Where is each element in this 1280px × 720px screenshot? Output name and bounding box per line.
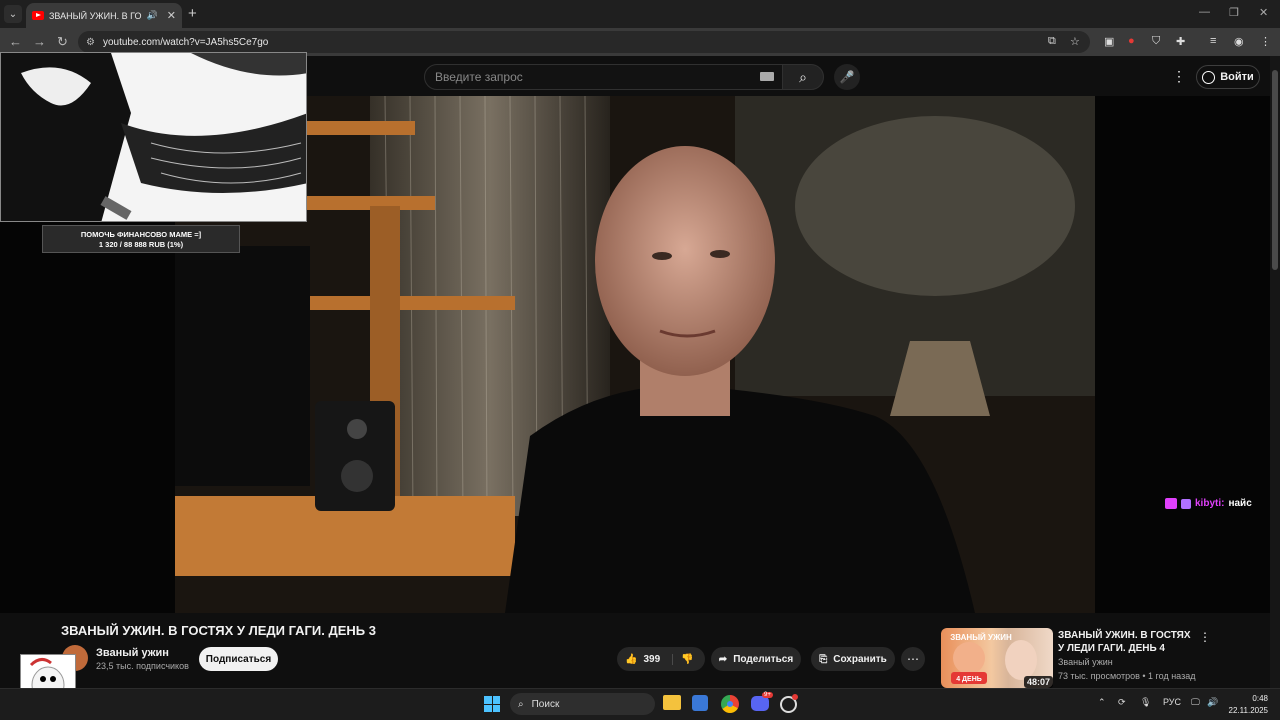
subscribe-button[interactable]: Подписаться: [199, 647, 278, 671]
site-info-icon[interactable]: ⚙: [86, 37, 95, 48]
install-app-icon[interactable]: ⧉: [1048, 35, 1056, 48]
heart-badge-icon: [1165, 498, 1177, 509]
video-frame[interactable]: [175, 96, 1095, 613]
search-input[interactable]: Введите запрос: [424, 64, 784, 90]
search-icon: ⌕: [799, 68, 807, 85]
extension-red-icon[interactable]: ●: [1128, 35, 1135, 47]
bookmark-icon: ⎘: [819, 653, 828, 665]
recommendation-channel[interactable]: Званый ужин: [1058, 657, 1113, 667]
clock-date: 22.11.2025: [1228, 706, 1268, 715]
mic-icon: 🎤: [839, 70, 855, 84]
stream-chat-message: kibyti: найс: [1165, 498, 1252, 509]
reload-icon[interactable]: ↻: [57, 34, 68, 50]
share-icon: ➦: [718, 653, 728, 665]
signin-label: Войти: [1220, 71, 1254, 83]
taskbar-search[interactable]: ⌕ Поиск: [510, 693, 655, 715]
save-button[interactable]: ⎘ Сохранить: [811, 647, 895, 671]
share-label: Поделиться: [733, 653, 794, 665]
volume-icon[interactable]: 🔊: [1207, 697, 1218, 708]
bookmark-star-icon[interactable]: ☆: [1070, 35, 1080, 48]
recommendation-title[interactable]: ЗВАНЫЙ УЖИН. В ГОСТЯХ У ЛЕДИ ГАГИ. ДЕНЬ …: [1058, 629, 1198, 655]
tab-title: ЗВАНЫЙ УЖИН. В ГОСТЯХ: [49, 10, 142, 21]
share-button[interactable]: ➦ Поделиться: [711, 647, 801, 671]
donation-goal-widget: ПОМОЧЬ ФИНАНСОВО МАМЕ =] 1 320 / 88 888 …: [42, 225, 240, 253]
extension-icon[interactable]: ▣: [1104, 35, 1114, 48]
search-icon: ⌕: [518, 698, 524, 710]
discord-badge: 9+: [762, 692, 773, 698]
system-clock[interactable]: 0:48 22.11.2025: [1228, 693, 1268, 717]
signin-button[interactable]: Войти: [1196, 65, 1260, 89]
more-actions-button[interactable]: ⋯: [901, 647, 925, 671]
stream-overlay-image: [0, 52, 307, 222]
thumb-logo-text: ЗВАНЫЙ УЖИН: [950, 633, 1012, 642]
network-icon[interactable]: 🖵: [1191, 697, 1200, 708]
thumbs-down-icon: 👎: [681, 653, 694, 665]
browser-menu-icon[interactable]: ⋮: [1260, 35, 1271, 48]
discord-icon[interactable]: [751, 696, 769, 711]
video-title: ЗВАНЫЙ УЖИН. В ГОСТЯХ У ЛЕДИ ГАГИ. ДЕНЬ …: [61, 623, 376, 638]
thumb-badge-text: 4 ДЕНЬ: [956, 676, 982, 683]
recommendation-duration: 48:07: [1024, 676, 1054, 688]
forward-icon[interactable]: →: [33, 34, 46, 49]
channel-name[interactable]: Званый ужин: [96, 647, 169, 659]
like-button[interactable]: 👍 399: [617, 653, 673, 665]
url-text: youtube.com/watch?v=JA5hs5Ce7go: [102, 36, 269, 48]
chat-username: kibyti:: [1195, 498, 1225, 509]
voice-search-button[interactable]: 🎤: [834, 64, 860, 90]
subscriber-count: 23,5 тыс. подписчиков: [96, 661, 189, 671]
account-icon: [1202, 70, 1216, 84]
search-placeholder: Введите запрос: [435, 70, 523, 84]
sync-icon[interactable]: ⟳: [1118, 697, 1126, 708]
start-button[interactable]: [484, 696, 500, 712]
taskbar-search-label: Поиск: [531, 698, 560, 710]
file-explorer-icon[interactable]: [663, 695, 681, 710]
address-bar[interactable]: ⚙ youtube.com/watch?v=JA5hs5Ce7go: [78, 31, 1090, 53]
chat-text: найс: [1228, 498, 1252, 509]
tray-overflow-icon[interactable]: ⌃: [1098, 697, 1106, 708]
settings-menu-icon[interactable]: ⋮: [1172, 68, 1186, 85]
scrollbar-thumb[interactable]: [1272, 70, 1278, 270]
donation-goal-progress-text: 1 320 / 88 888 RUB (1%): [98, 240, 184, 249]
clock-time: 0:48: [1252, 694, 1268, 703]
keyboard-icon[interactable]: [760, 72, 774, 81]
thumbs-up-icon: 👍: [625, 653, 638, 665]
like-count: 399: [643, 653, 661, 665]
gift-badge-icon: [1181, 498, 1191, 509]
like-dislike-group: 👍 399 👎: [617, 647, 705, 671]
youtube-favicon-icon: [32, 11, 44, 20]
back-icon[interactable]: ←: [9, 34, 22, 49]
donation-goal-title: ПОМОЧЬ ФИНАНСОВО МАМЕ =]: [80, 230, 202, 239]
microphone-tray-icon[interactable]: 🎙: [1140, 697, 1151, 708]
tab-search-button[interactable]: ⌄: [4, 5, 22, 23]
close-window-icon[interactable]: ✕: [1259, 6, 1268, 19]
save-label: Сохранить: [833, 653, 887, 665]
app-notification-dot: [792, 694, 798, 700]
browser-tab-active[interactable]: ЗВАНЫЙ УЖИН. В ГОСТЯХ 🔊 ✕: [26, 3, 182, 28]
shield-icon[interactable]: ⛉: [1152, 35, 1160, 48]
restore-icon[interactable]: ❐: [1229, 6, 1239, 19]
minimize-icon[interactable]: —: [1199, 6, 1210, 18]
recommendation-meta: 73 тыс. просмотров • 1 год назад: [1058, 671, 1196, 681]
store-icon[interactable]: [692, 695, 708, 711]
media-controls-icon[interactable]: ≡: [1210, 35, 1216, 47]
profile-icon[interactable]: ◉: [1234, 35, 1244, 48]
language-indicator[interactable]: РУС: [1163, 697, 1181, 707]
chrome-center-icon: [727, 701, 733, 707]
new-tab-button[interactable]: +: [188, 5, 197, 22]
dislike-button[interactable]: 👎: [673, 654, 693, 665]
speaker-icon[interactable]: 🔊: [147, 10, 158, 21]
close-tab-icon[interactable]: ✕: [167, 9, 176, 22]
puzzle-icon[interactable]: ✚: [1176, 35, 1185, 48]
recommendation-menu-icon[interactable]: ⋮: [1199, 630, 1211, 644]
search-button[interactable]: ⌕: [782, 64, 824, 90]
